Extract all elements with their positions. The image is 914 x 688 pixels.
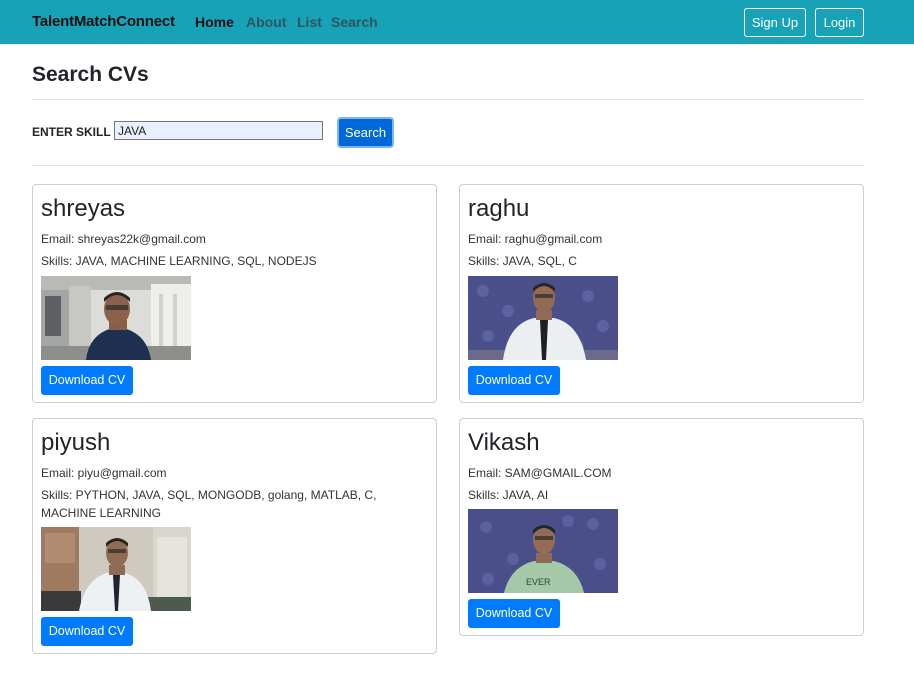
candidate-photo	[41, 527, 191, 611]
login-button[interactable]: Login	[815, 8, 864, 37]
download-cv-button[interactable]: Download CV	[41, 617, 133, 646]
download-cv-button[interactable]: Download CV	[468, 366, 560, 395]
signup-button[interactable]: Sign Up	[744, 8, 806, 37]
candidate-name: piyush	[41, 429, 111, 456]
navbar: TalentMatchConnect Home About List Searc…	[0, 0, 914, 44]
download-cv-button[interactable]: Download CV	[41, 366, 133, 395]
brand-logo[interactable]: TalentMatchConnect	[32, 13, 175, 30]
candidate-email: Email: SAM@GMAIL.COM	[468, 466, 612, 480]
cv-card: Vikash Email: SAM@GMAIL.COM Skills: JAVA…	[459, 418, 864, 636]
nav-link-about[interactable]: About	[246, 14, 286, 30]
candidate-email: Email: raghu@gmail.com	[468, 232, 603, 246]
nav-link-home[interactable]: Home	[195, 14, 234, 30]
download-cv-button[interactable]: Download CV	[468, 599, 560, 628]
candidate-skills: Skills: JAVA, MACHINE LEARNING, SQL, NOD…	[41, 254, 317, 268]
candidate-name: shreyas	[41, 195, 126, 222]
candidate-email: Email: piyu@gmail.com	[41, 466, 167, 480]
candidate-photo	[468, 276, 618, 360]
divider	[32, 165, 864, 166]
nav-link-search[interactable]: Search	[331, 14, 378, 30]
search-button[interactable]: Search	[337, 117, 394, 148]
candidate-name: Vikash	[468, 429, 540, 456]
candidate-skills: Skills: JAVA, SQL, C	[468, 254, 577, 268]
page-title: Search CVs	[32, 63, 149, 86]
svg-text:EVER: EVER	[526, 577, 551, 587]
candidate-name: raghu	[468, 195, 530, 222]
cv-card: piyush Email: piyu@gmail.com Skills: PYT…	[32, 418, 437, 654]
cv-card: raghu Email: raghu@gmail.com Skills: JAV…	[459, 184, 864, 403]
skill-input[interactable]	[114, 121, 323, 140]
divider	[32, 99, 864, 100]
nav-link-list[interactable]: List	[297, 14, 322, 30]
candidate-photo: EVER	[468, 509, 618, 593]
candidate-skills: Skills: JAVA, AI	[468, 488, 549, 502]
candidate-email: Email: shreyas22k@gmail.com	[41, 232, 206, 246]
candidate-photo	[41, 276, 191, 360]
candidate-skills: Skills: PYTHON, JAVA, SQL, MONGODB, gola…	[41, 488, 377, 520]
cv-card: shreyas Email: shreyas22k@gmail.com Skil…	[32, 184, 437, 403]
skill-label: ENTER SKILL	[32, 125, 111, 139]
